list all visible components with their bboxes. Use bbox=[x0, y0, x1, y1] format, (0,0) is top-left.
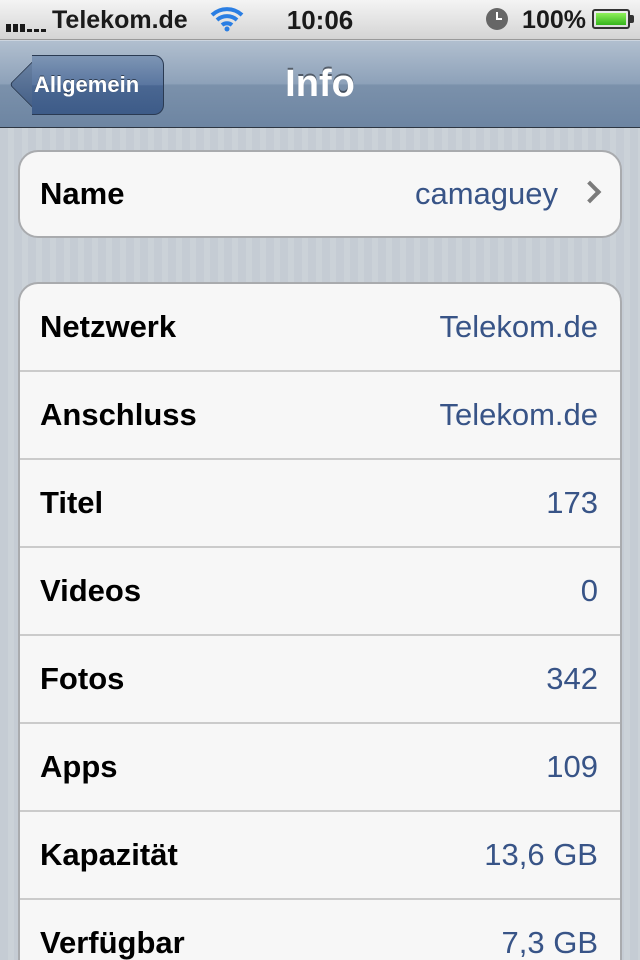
name-value: camaguey bbox=[414, 176, 558, 211]
info-row-apps: Apps 109 bbox=[20, 724, 620, 812]
battery-full-icon bbox=[592, 9, 634, 29]
row-value: Telekom.de bbox=[439, 397, 598, 432]
row-value: 0 bbox=[580, 573, 598, 608]
name-group: Name camaguey bbox=[18, 150, 622, 238]
name-row[interactable]: Name camaguey bbox=[20, 152, 620, 236]
row-label: Anschluss bbox=[40, 397, 197, 432]
info-row-videos: Videos 0 bbox=[20, 548, 620, 636]
row-value: 173 bbox=[546, 485, 598, 520]
row-label: Videos bbox=[40, 573, 142, 608]
row-label: Apps bbox=[40, 749, 118, 784]
info-group: Netzwerk Telekom.de Anschluss Telekom.de… bbox=[18, 282, 622, 960]
info-row-verfuegbar: Verfügbar 7,3 GB bbox=[20, 900, 620, 960]
battery-percent: 100% bbox=[522, 6, 586, 34]
info-row-titel: Titel 173 bbox=[20, 460, 620, 548]
name-label: Name bbox=[40, 176, 125, 211]
info-row-kapazitaet: Kapazität 13,6 GB bbox=[20, 812, 620, 900]
chevron-right-icon bbox=[578, 180, 602, 204]
navigation-bar: Allgemein Info bbox=[0, 40, 640, 128]
status-bar: Telekom.de 10:06 100% bbox=[0, 0, 640, 40]
row-label: Fotos bbox=[40, 661, 125, 696]
row-value: 109 bbox=[546, 749, 598, 784]
row-value: 13,6 GB bbox=[484, 837, 598, 872]
row-value: Telekom.de bbox=[439, 309, 598, 344]
info-row-fotos: Fotos 342 bbox=[20, 636, 620, 724]
row-label: Verfügbar bbox=[40, 925, 185, 960]
row-label: Kapazität bbox=[40, 837, 178, 872]
info-row-netzwerk: Netzwerk Telekom.de bbox=[20, 284, 620, 372]
row-value: 342 bbox=[546, 661, 598, 696]
page-title: Info bbox=[285, 63, 355, 105]
alarm-clock-icon bbox=[486, 8, 508, 30]
row-label: Netzwerk bbox=[40, 309, 177, 344]
row-label: Titel bbox=[40, 485, 104, 520]
info-row-anschluss: Anschluss Telekom.de bbox=[20, 372, 620, 460]
row-value: 7,3 GB bbox=[501, 925, 599, 960]
